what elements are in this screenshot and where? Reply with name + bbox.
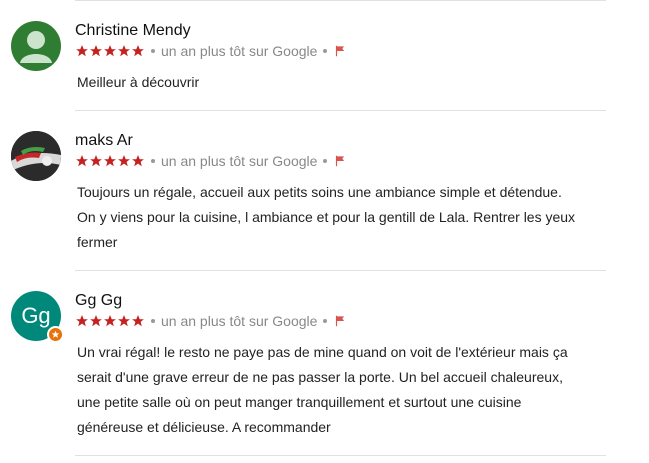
avatar[interactable] — [11, 21, 61, 71]
star-icon — [118, 315, 130, 327]
dot-separator — [151, 49, 155, 53]
dot-separator — [323, 49, 328, 53]
local-guide-badge — [47, 326, 64, 343]
review-time: un an plus tôt sur Google — [161, 153, 318, 169]
review-text-line: On y viens pour la cuisine, l ambiance e… — [77, 209, 576, 225]
person-icon — [20, 31, 52, 63]
reviewer-name[interactable]: Gg Gg — [75, 292, 122, 310]
avatar[interactable] — [11, 131, 61, 181]
review-text: Meilleur à découvrir — [77, 74, 200, 90]
review-text-line: serait d'une grave erreur de ne pas pass… — [77, 369, 563, 385]
star-icon — [76, 45, 88, 57]
flag-icon[interactable] — [333, 314, 347, 328]
review-time: un an plus tôt sur Google — [161, 43, 318, 59]
review-time: un an plus tôt sur Google — [161, 313, 318, 329]
star-badge-icon — [51, 330, 60, 338]
avatar[interactable]: Gg — [11, 291, 64, 343]
review-text: Un vrai régal! le resto ne paye pas de m… — [77, 340, 607, 440]
divider — [75, 270, 606, 271]
star-icon — [132, 315, 144, 327]
reviewer-name[interactable]: Christine Mendy — [75, 22, 191, 40]
review-text-line: Un vrai régal! le resto ne paye pas de m… — [77, 344, 568, 360]
review-meta: un an plus tôt sur Google — [75, 152, 347, 170]
flag-icon[interactable] — [333, 154, 347, 168]
star-icon — [104, 45, 116, 57]
star-rating — [75, 314, 145, 328]
divider — [75, 110, 606, 111]
dot-separator — [323, 159, 328, 163]
review-text: Toujours un régale, accueil aux petits s… — [77, 180, 607, 255]
review-text-line: généreuse et délicieuse. A recommander — [77, 419, 331, 435]
star-icon — [90, 155, 102, 167]
review-text-line: fermer — [77, 234, 118, 250]
star-icon — [104, 315, 116, 327]
dot-separator — [151, 159, 155, 163]
star-icon — [132, 155, 144, 167]
dot-separator — [323, 319, 328, 323]
review-meta: un an plus tôt sur Google — [75, 312, 347, 330]
review-text-line: Toujours un régale, accueil aux petits s… — [77, 184, 562, 200]
star-icon — [118, 45, 130, 57]
review-meta: un an plus tôt sur Google — [75, 42, 347, 60]
avatar-initials: Gg — [21, 303, 51, 328]
dot-separator — [151, 319, 155, 323]
star-icon — [104, 155, 116, 167]
flag-icon[interactable] — [333, 44, 347, 58]
star-icon — [76, 315, 88, 327]
star-rating — [75, 44, 145, 58]
reviewer-name[interactable]: maks Ar — [75, 132, 133, 150]
star-icon — [76, 155, 88, 167]
star-icon — [90, 45, 102, 57]
divider — [75, 455, 606, 456]
divider — [75, 0, 606, 1]
review-text-line: une petite salle où on peut manger tranq… — [77, 394, 522, 410]
star-rating — [75, 154, 145, 168]
star-icon — [118, 155, 130, 167]
photo-icon — [11, 131, 61, 181]
star-icon — [90, 315, 102, 327]
star-icon — [132, 45, 144, 57]
